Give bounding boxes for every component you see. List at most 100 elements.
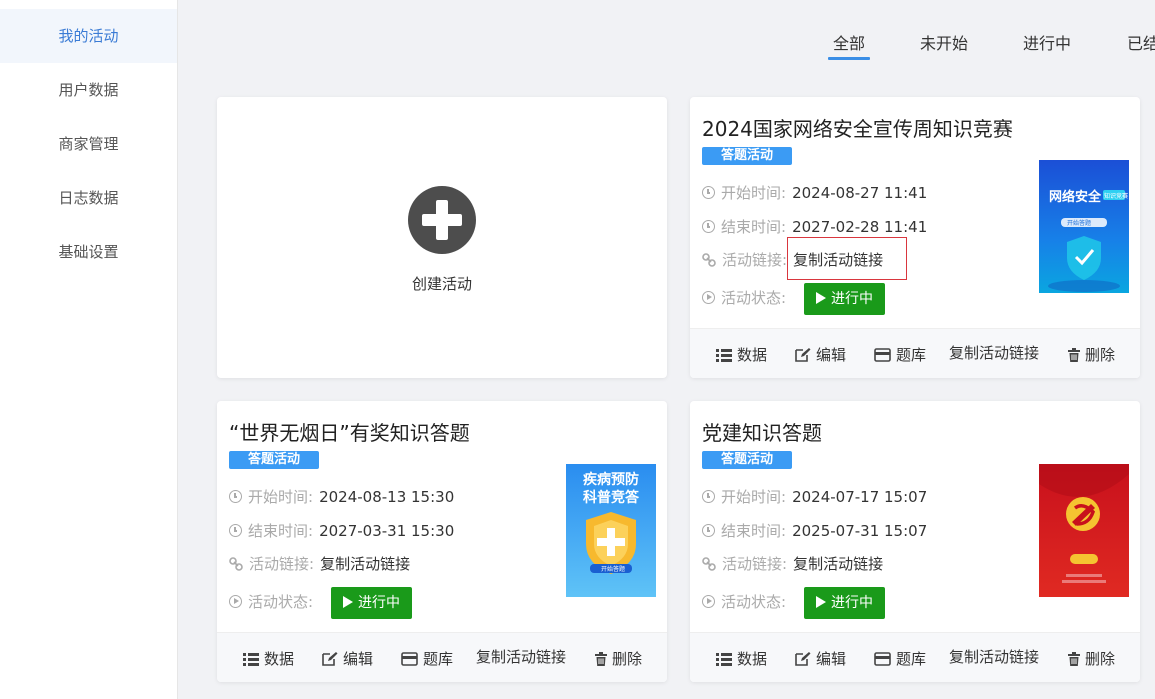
card-icon (401, 652, 418, 666)
trash-icon (1068, 348, 1080, 362)
card-actions: 数据 编辑 题库 复制活动链接 删除 (690, 328, 1140, 378)
activity-type-badge: 答题活动 (702, 451, 792, 469)
card-actions: 数据 编辑 题库 复制活动链接 删除 (217, 632, 667, 682)
status-row: 活动状态: (229, 592, 313, 612)
sidebar-item-my-activities[interactable]: 我的活动 (0, 9, 177, 63)
copy-link-button[interactable]: 复制活动链接 (949, 646, 1039, 667)
clock-icon (702, 186, 715, 199)
sidebar-item-user-data[interactable]: 用户数据 (0, 63, 177, 117)
clock-icon (229, 490, 242, 503)
clock-icon (702, 524, 715, 537)
card-icon (874, 348, 891, 362)
thumb-text-line2: 科普竞答 (583, 489, 640, 506)
status-button[interactable]: 进行中 (804, 283, 885, 315)
activity-title: “世界无烟日”有奖知识答题 (229, 421, 470, 445)
question-bank-button[interactable]: 题库 (401, 648, 453, 669)
activity-card: 党建知识答题 答题活动 开始时间: 2024-07-17 15:07 结束时间: 2… (690, 401, 1140, 682)
end-time-label: 结束时间: (721, 218, 787, 236)
end-time-value: 2027-03-31 15:30 (319, 522, 455, 540)
list-icon (716, 349, 732, 362)
question-bank-button[interactable]: 题库 (874, 344, 926, 365)
tab-all[interactable]: 全部 (827, 30, 871, 60)
end-time-label: 结束时间: (248, 522, 314, 540)
activity-type-badge: 答题活动 (702, 147, 792, 165)
card-actions: 数据 编辑 题库 复制活动链接 删除 (690, 632, 1140, 682)
activity-type-badge: 答题活动 (229, 451, 319, 469)
play-circle-icon (702, 595, 715, 608)
status-text: 进行中 (358, 595, 400, 611)
link-row: 活动链接: 复制活动链接 (229, 554, 410, 574)
tab-in-progress[interactable]: 进行中 (1023, 30, 1071, 54)
card-icon (874, 652, 891, 666)
start-time-label: 开始时间: (721, 184, 787, 202)
sidebar: 我的活动 用户数据 商家管理 日志数据 基础设置 (0, 0, 178, 699)
status-text: 进行中 (831, 595, 873, 611)
start-time-label: 开始时间: (721, 488, 787, 506)
link-label: 活动链接: (722, 555, 788, 573)
play-icon (343, 596, 353, 608)
copy-link-button[interactable]: 复制活动链接 (949, 342, 1039, 363)
edit-button[interactable]: 编辑 (322, 648, 373, 669)
tab-not-started[interactable]: 未开始 (920, 30, 968, 54)
sidebar-item-log-data[interactable]: 日志数据 (0, 171, 177, 225)
activity-title: 党建知识答题 (702, 421, 822, 445)
copy-link-text[interactable]: 复制活动链接 (320, 552, 410, 576)
start-time-label: 开始时间: (248, 488, 314, 506)
sidebar-item-basic-settings[interactable]: 基础设置 (0, 225, 177, 279)
status-button[interactable]: 进行中 (331, 587, 412, 619)
clock-icon (702, 220, 715, 233)
end-time-value: 2027-02-28 11:41 (792, 218, 928, 236)
link-row: 活动链接: 复制活动链接 (702, 554, 883, 574)
trash-icon (1068, 652, 1080, 666)
copy-link-text[interactable]: 复制活动链接 (793, 248, 883, 272)
edit-icon (322, 652, 338, 666)
status-tabs: 全部 未开始 进行中 已结 (178, 0, 1155, 62)
clock-icon (702, 490, 715, 503)
end-time-row: 结束时间: 2027-03-31 15:30 (229, 521, 454, 541)
end-time-row: 结束时间: 2025-07-31 15:07 (702, 521, 927, 541)
edit-button[interactable]: 编辑 (795, 344, 846, 365)
link-label: 活动链接: (249, 555, 315, 573)
status-label: 活动状态: (721, 593, 787, 611)
edit-icon (795, 348, 811, 362)
clock-icon (229, 524, 242, 537)
status-row: 活动状态: (702, 592, 786, 612)
status-text: 进行中 (831, 291, 873, 307)
copy-link-text[interactable]: 复制活动链接 (793, 552, 883, 576)
sidebar-item-merchant-management[interactable]: 商家管理 (0, 117, 177, 171)
edit-button[interactable]: 编辑 (795, 648, 846, 669)
play-icon (816, 292, 826, 304)
create-activity-label: 创建活动 (411, 275, 472, 293)
play-circle-icon (702, 291, 715, 304)
link-label: 活动链接: (722, 251, 788, 269)
thumb-button-text: 开始答题 (601, 565, 625, 573)
delete-button[interactable]: 删除 (595, 648, 642, 669)
thumb-button-text: 开始答题 (1067, 219, 1091, 227)
thumb-text-line1: 疾病预防 (583, 471, 639, 488)
delete-button[interactable]: 删除 (1068, 344, 1115, 365)
tab-ended[interactable]: 已结 (1127, 30, 1155, 54)
activity-thumbnail: 网络安全 知识竞赛 开始答题 (1039, 160, 1129, 293)
play-icon (816, 596, 826, 608)
link-icon (229, 557, 243, 571)
data-button[interactable]: 数据 (716, 648, 767, 669)
activity-title: 2024国家网络安全宣传周知识竞赛 (702, 117, 1013, 141)
start-time-row: 开始时间: 2024-08-27 11:41 (702, 183, 927, 203)
list-icon (716, 653, 732, 666)
thumb-text-line1: 网络安全 (1049, 189, 1102, 205)
delete-button[interactable]: 删除 (1068, 648, 1115, 669)
end-time-label: 结束时间: (721, 522, 787, 540)
start-time-value: 2024-08-13 15:30 (319, 488, 455, 506)
start-time-value: 2024-08-27 11:41 (792, 184, 928, 202)
create-activity-card[interactable]: 创建活动 (217, 97, 667, 378)
end-time-value: 2025-07-31 15:07 (792, 522, 928, 540)
question-bank-button[interactable]: 题库 (874, 648, 926, 669)
copy-link-button[interactable]: 复制活动链接 (476, 646, 566, 667)
plus-circle-icon[interactable] (408, 186, 476, 254)
start-time-row: 开始时间: 2024-08-13 15:30 (229, 487, 454, 507)
status-button[interactable]: 进行中 (804, 587, 885, 619)
data-button[interactable]: 数据 (243, 648, 294, 669)
status-label: 活动状态: (721, 289, 787, 307)
thumb-tag: 知识竞赛 (1104, 192, 1128, 200)
data-button[interactable]: 数据 (716, 344, 767, 365)
